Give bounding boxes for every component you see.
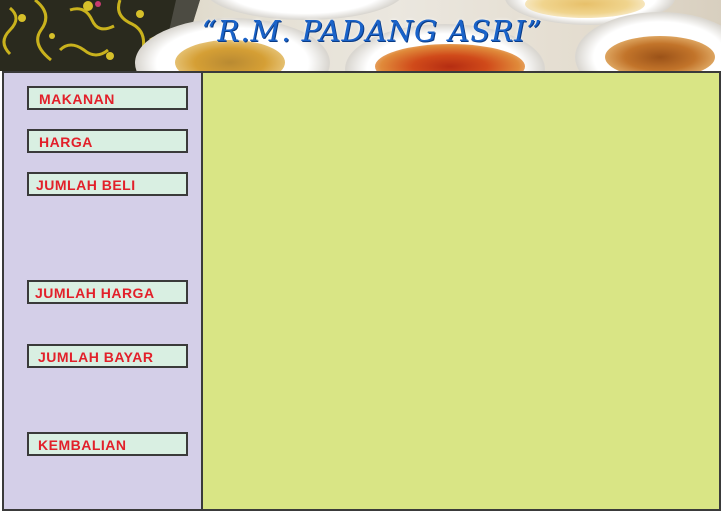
label-jumlah-bayar: JUMLAH BAYAR xyxy=(27,344,188,368)
restaurant-title: “R.M. PADANG ASRI” xyxy=(201,14,543,48)
label-makanan: MAKANAN xyxy=(27,86,188,110)
content-panel xyxy=(201,71,721,511)
header-banner: “R.M. PADANG ASRI” xyxy=(0,0,721,71)
label-jumlah-beli: JUMLAH BELI xyxy=(27,172,188,196)
label-harga: HARGA xyxy=(27,129,188,153)
form-label-panel: MAKANAN HARGA JUMLAH BELI JUMLAH HARGA J… xyxy=(2,71,203,511)
food-dish-image xyxy=(605,36,715,71)
label-jumlah-harga: JUMLAH HARGA xyxy=(27,280,188,304)
label-kembalian: KEMBALIAN xyxy=(27,432,188,456)
